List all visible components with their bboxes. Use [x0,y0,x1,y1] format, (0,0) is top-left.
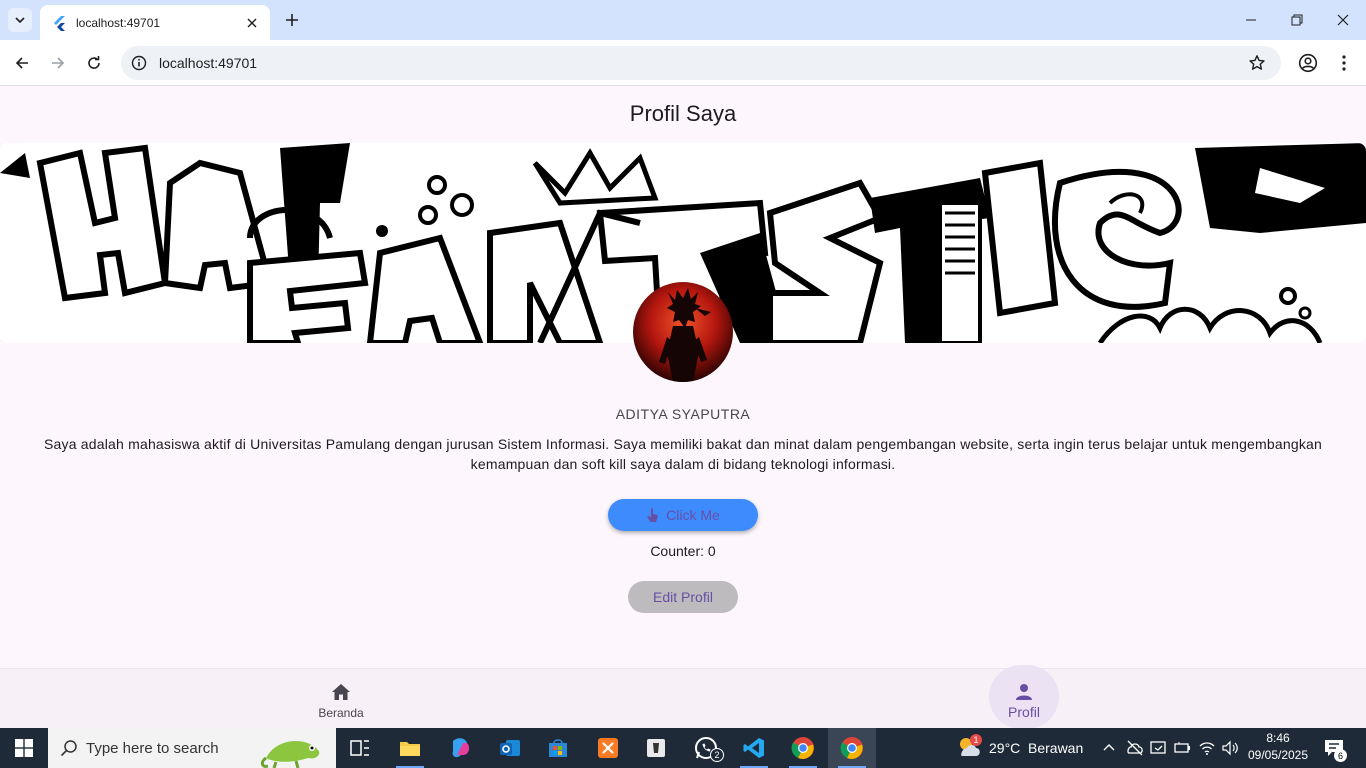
minimize-button[interactable] [1228,0,1274,40]
task-view-icon [350,740,369,756]
click-me-label: Click Me [666,507,720,523]
outlook-icon [500,740,520,756]
weather-badge: 1 [970,734,982,746]
new-tab-button[interactable] [282,10,302,30]
tab-title: localhost:49701 [76,15,161,30]
address-bar[interactable]: localhost:49701 [121,46,1281,80]
notification-center-button[interactable]: 6 [1324,739,1347,762]
tray-wifi-icon[interactable] [1198,740,1216,761]
whatsapp-badge: 2 [710,748,724,762]
nav-item-beranda[interactable]: Beranda [281,669,401,729]
clock-time: 8:46 [1266,731,1290,745]
browser-tab-strip: localhost:49701 [0,0,1366,40]
restore-icon [1291,14,1303,26]
start-button[interactable] [0,728,48,768]
flutter-icon [54,15,65,31]
vscode-icon [743,738,764,758]
taskbar-search-placeholder: Type here to search [86,739,219,757]
chameleon-icon [260,740,320,768]
bottom-navigation: Beranda Profil [0,665,1366,729]
back-button[interactable] [10,51,34,75]
profile-bio: Saya adalah mahasiswa aktif di Universit… [43,436,1323,472]
profile-name: ADITYA SYAPUTRA [615,406,751,422]
nav-label-profil: Profil [1008,704,1040,720]
store-icon [549,739,567,757]
forward-button[interactable] [46,51,70,75]
taskbar-whatsapp[interactable]: 2 [682,728,730,768]
taskbar-file-explorer[interactable] [386,728,434,768]
taskbar-chrome-active[interactable] [828,728,876,768]
nav-label-beranda: Beranda [318,706,364,720]
plus-icon [286,14,298,26]
taskbar-chrome[interactable] [779,728,827,768]
reload-icon [88,56,100,69]
windows-taskbar: Type here to search 2 1 29°C Berawan 8:4… [0,728,1366,768]
click-me-button[interactable]: Click Me [608,499,758,531]
browser-menu-button[interactable] [1332,51,1356,75]
search-icon [60,740,77,757]
browser-toolbar: localhost:49701 [0,40,1366,86]
site-info-icon[interactable] [129,53,149,73]
browser-tab[interactable]: localhost:49701 [40,5,270,40]
edit-profile-button[interactable]: Edit Profil [628,581,738,613]
tray-cloud-off-icon[interactable] [1126,740,1144,761]
taskbar-xampp[interactable] [584,728,632,768]
tab-search-button[interactable] [8,8,32,32]
arrow-left-icon [15,57,28,69]
xampp-icon [598,738,618,758]
more-vertical-icon [1342,55,1346,71]
close-tab-icon[interactable] [244,15,260,31]
taskbar-store[interactable] [534,728,582,768]
weather-temp: 29°C [989,740,1021,756]
weather-desc: Berawan [1028,740,1084,756]
windows-logo-icon [15,739,33,757]
notification-count-badge: 6 [1334,749,1347,762]
profile-avatar [633,282,733,382]
nav-item-profil[interactable]: Profil [964,669,1084,729]
close-icon [1337,14,1349,26]
close-window-button[interactable] [1320,0,1366,40]
person-icon [1013,681,1035,703]
copilot-icon [452,738,470,758]
bookmark-star-icon[interactable] [1245,51,1269,75]
tray-chevron-up-icon[interactable] [1102,740,1116,759]
taskbar-clock[interactable]: 8:46 09/05/2025 [1240,730,1316,764]
touch-icon [647,508,658,522]
counter-text: Counter: 0 [650,543,716,559]
restore-button[interactable] [1274,0,1320,40]
task-view-button[interactable] [336,728,384,768]
tray-device-icon[interactable] [1150,740,1168,761]
taskbar-copilot[interactable] [436,728,484,768]
app-viewport: Profil Saya ADITYA SYAPUTRA Saya adalah … [0,87,1366,729]
tray-battery-icon[interactable] [1174,740,1192,761]
taskbar-search[interactable]: Type here to search [48,728,336,768]
account-circle-icon [1298,53,1318,73]
avatar-image [633,282,733,382]
home-icon [330,681,352,703]
profile-button[interactable] [1296,51,1320,75]
chrome-icon [840,737,863,759]
folder-icon [400,742,420,756]
arrow-right-icon [52,57,65,69]
taskbar-outlook[interactable] [486,728,534,768]
tray-volume-icon[interactable] [1221,740,1239,761]
taskbar-app-dark[interactable] [632,728,680,768]
taskbar-vscode[interactable] [730,728,778,768]
reload-button[interactable] [82,51,106,75]
weather-widget[interactable]: 1 [956,734,982,763]
page-title: Profil Saya [629,101,737,126]
url-text: localhost:49701 [159,55,258,71]
clock-date: 09/05/2025 [1247,748,1309,762]
minimize-icon [1246,19,1256,21]
app-icon [647,739,665,757]
chevron-down-icon [15,17,25,24]
chrome-icon [791,737,814,759]
